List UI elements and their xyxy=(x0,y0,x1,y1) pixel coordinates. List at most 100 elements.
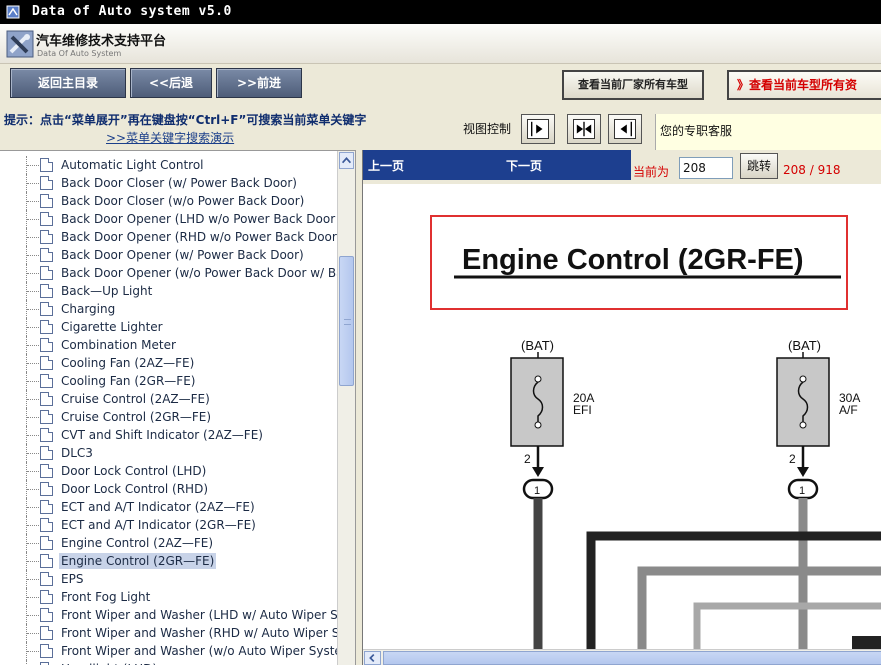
tree-item[interactable]: DLC3 xyxy=(0,444,337,462)
document-icon xyxy=(40,248,53,262)
current-model-button[interactable]: 》查看当前车型所有资 xyxy=(727,70,881,100)
tree-item-label: DLC3 xyxy=(61,446,93,460)
prev-page-button[interactable]: 上一页 xyxy=(368,157,404,174)
fuse1-terminal-bottom xyxy=(534,421,542,429)
document-icon xyxy=(40,446,53,460)
jump-button[interactable]: 跳转 xyxy=(740,153,778,179)
document-icon xyxy=(40,302,53,316)
tree-item-label: Cruise Control (2AZ—FE) xyxy=(61,392,210,406)
tree-item[interactable]: Door Lock Control (LHD) xyxy=(0,462,337,480)
tree-item[interactable]: ECT and A/T Indicator (2AZ—FE) xyxy=(0,498,337,516)
tree-connector-branch xyxy=(27,579,39,580)
scroll-up-icon[interactable] xyxy=(339,152,354,169)
tree-item-label: Back Door Opener (RHD w/o Power Back Doo… xyxy=(61,230,337,244)
tree-connector-branch xyxy=(27,201,39,202)
fuse1-arrow xyxy=(532,467,544,477)
tree-item[interactable]: Back—Up Light xyxy=(0,282,337,300)
app-window: Data of Auto system v5.0 汽车维修技术支持平台 Data… xyxy=(0,0,881,665)
tree-item[interactable]: Back Door Closer (w/ Power Back Door) xyxy=(0,174,337,192)
tree-item[interactable]: Front Wiper and Washer (w/o Auto Wiper S… xyxy=(0,642,337,660)
tree-item[interactable]: Back Door Opener (w/o Power Back Door w/… xyxy=(0,264,337,282)
tree-item[interactable]: Cooling Fan (2AZ—FE) xyxy=(0,354,337,372)
diagram-horizontal-scrollbar[interactable] xyxy=(363,649,881,665)
tree-connector-branch xyxy=(27,543,39,544)
fuse2-connector-number: 1 xyxy=(799,485,805,497)
document-icon xyxy=(40,500,53,514)
tree-item[interactable]: Cooling Fan (2GR—FE) xyxy=(0,372,337,390)
tree-item-label: EPS xyxy=(61,572,84,586)
tree-item[interactable]: Front Wiper and Washer (LHD w/ Auto Wipe… xyxy=(0,606,337,624)
tree-item[interactable]: Combination Meter xyxy=(0,336,337,354)
document-icon xyxy=(40,590,53,604)
tree-connector-branch xyxy=(27,309,39,310)
tree-item[interactable]: Engine Control (2AZ—FE) xyxy=(0,534,337,552)
tree-item[interactable]: Front Wiper and Washer (RHD w/ Auto Wipe… xyxy=(0,624,337,642)
tree-item-label: ECT and A/T Indicator (2GR—FE) xyxy=(61,518,256,532)
forward-button[interactable]: >>前进 xyxy=(216,68,302,98)
tree-item[interactable]: EPS xyxy=(0,570,337,588)
scroll-left-icon[interactable] xyxy=(364,651,381,665)
menu-tree: Automatic Light Control Back Door Closer … xyxy=(0,151,337,665)
tree-connector-branch xyxy=(27,345,39,346)
page-nav-bar: 上一页 下一页 当前为 跳转 208 / 918 xyxy=(363,150,881,184)
fuse2-name: A/F xyxy=(839,403,858,417)
diagram-title: Engine Control (2GR-FE) xyxy=(462,244,804,276)
tree-item[interactable]: Cruise Control (2GR—FE) xyxy=(0,408,337,426)
page-number-input[interactable] xyxy=(679,157,733,179)
document-icon xyxy=(40,518,53,532)
search-demo-link[interactable]: >>菜单关键字搜索演示 xyxy=(106,129,234,146)
tree-item-label: Combination Meter xyxy=(61,338,176,352)
tree-item[interactable]: ECT and A/T Indicator (2GR—FE) xyxy=(0,516,337,534)
tree-item[interactable]: Cigarette Lighter xyxy=(0,318,337,336)
fuse1-box xyxy=(510,357,564,447)
tree-item[interactable]: Engine Control (2GR—FE) xyxy=(0,552,337,570)
tree-item-label: CVT and Shift Indicator (2AZ—FE) xyxy=(61,428,263,442)
fuse2-pin: 2 xyxy=(789,452,796,466)
window-title: Data of Auto system v5.0 xyxy=(32,4,232,19)
tree-item-label: Engine Control (2GR—FE) xyxy=(59,553,217,569)
tree-item[interactable]: CVT and Shift Indicator (2AZ—FE) xyxy=(0,426,337,444)
tree-connector-line xyxy=(26,660,27,665)
tree-item[interactable]: Door Lock Control (RHD) xyxy=(0,480,337,498)
tree-item-label: Charging xyxy=(61,302,116,316)
back-button[interactable]: <<后退 xyxy=(130,68,212,98)
tree-vertical-scrollbar[interactable] xyxy=(337,151,355,665)
fuse1-pin: 2 xyxy=(524,452,531,466)
document-icon xyxy=(40,428,53,442)
view-split-button[interactable] xyxy=(567,114,601,144)
diagram-scroll-thumb[interactable] xyxy=(383,651,881,665)
tree-item-label: Cruise Control (2GR—FE) xyxy=(61,410,212,424)
tree-item[interactable]: Charging xyxy=(0,300,337,318)
home-button[interactable]: 返回主目录 xyxy=(10,68,126,98)
split-arrows-icon xyxy=(573,119,595,139)
tree-item[interactable]: Automatic Light Control xyxy=(0,156,337,174)
document-icon xyxy=(40,536,53,550)
tree-item[interactable]: Back Door Opener (RHD w/o Power Back Doo… xyxy=(0,228,337,246)
next-page-button[interactable]: 下一页 xyxy=(506,157,542,174)
document-icon xyxy=(40,392,53,406)
tree-connector-branch xyxy=(27,525,39,526)
view-expand-left-button[interactable] xyxy=(608,114,642,144)
tree-item[interactable]: Back Door Opener (w/ Power Back Door) xyxy=(0,246,337,264)
manufacturer-models-button[interactable]: 查看当前厂家所有车型 xyxy=(562,70,704,100)
support-text: 您的专职客服 xyxy=(660,124,733,138)
tree-item[interactable]: Back Door Closer (w/o Power Back Door) xyxy=(0,192,337,210)
fuse1-source: (BAT) xyxy=(521,338,554,353)
tree-item-label: Back Door Closer (w/o Power Back Door) xyxy=(61,194,305,208)
tree-item-label: Front Wiper and Washer (w/o Auto Wiper S… xyxy=(61,644,337,658)
tree-item-label: Back Door Closer (w/ Power Back Door) xyxy=(61,176,297,190)
document-icon xyxy=(40,158,53,172)
document-icon xyxy=(40,410,53,424)
tree-connector-branch xyxy=(27,471,39,472)
fuse2-terminal-top xyxy=(799,375,807,383)
title-bar: Data of Auto system v5.0 xyxy=(0,0,881,24)
view-expand-right-button[interactable] xyxy=(521,114,555,144)
tree-item[interactable]: Headlight (LHD) xyxy=(0,660,337,665)
tree-item[interactable]: Cruise Control (2AZ—FE) xyxy=(0,390,337,408)
tree-item-label: Cooling Fan (2AZ—FE) xyxy=(61,356,195,370)
tree-item-label: Door Lock Control (RHD) xyxy=(61,482,209,496)
hint-bar: 提示：点击“菜单展开”再在键盘按“Ctrl+F”可搜索当前菜单关键字 >>菜单关… xyxy=(0,108,881,150)
tree-item[interactable]: Front Fog Light xyxy=(0,588,337,606)
tree-item[interactable]: Back Door Opener (LHD w/o Power Back Doo… xyxy=(0,210,337,228)
tree-scroll-thumb[interactable] xyxy=(339,256,354,386)
